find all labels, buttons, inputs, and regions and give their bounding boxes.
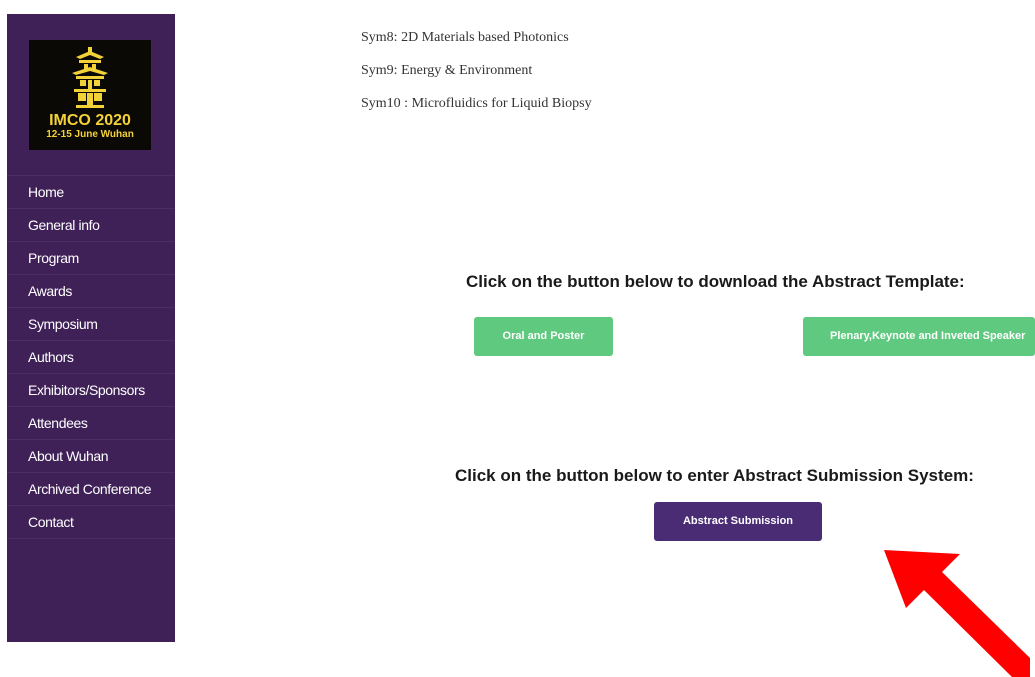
page: IMCO 2020 12-15 June Wuhan Home General … <box>0 0 1035 677</box>
logo-title: IMCO 2020 <box>49 112 131 129</box>
conference-logo[interactable]: IMCO 2020 12-15 June Wuhan <box>29 40 151 150</box>
pagoda-emblem-icon <box>72 47 108 108</box>
nav-item-program[interactable]: Program <box>7 242 175 275</box>
nav-item-attendees[interactable]: Attendees <box>7 407 175 440</box>
abstract-submission-button[interactable]: Abstract Submission <box>654 502 822 541</box>
sidebar-nav: Home General info Program Awards Symposi… <box>7 175 175 539</box>
nav-item-about-wuhan[interactable]: About Wuhan <box>7 440 175 473</box>
symposium-item: Sym8: 2D Materials based Photonics <box>361 30 569 45</box>
nav-item-general-info[interactable]: General info <box>7 209 175 242</box>
logo-subtitle: 12-15 June Wuhan <box>46 129 134 140</box>
nav-item-home[interactable]: Home <box>7 176 175 209</box>
nav-item-exhibitors-sponsors[interactable]: Exhibitors/Sponsors <box>7 374 175 407</box>
symposium-item: Sym9: Energy & Environment <box>361 63 533 78</box>
submission-heading: Click on the button below to enter Abstr… <box>455 466 974 485</box>
red-arrow-icon <box>884 550 1030 677</box>
nav-item-symposium[interactable]: Symposium <box>7 308 175 341</box>
sidebar: IMCO 2020 12-15 June Wuhan Home General … <box>7 14 175 642</box>
nav-item-archived-conference[interactable]: Archived Conference <box>7 473 175 506</box>
nav-item-contact[interactable]: Contact <box>7 506 175 539</box>
template-heading: Click on the button below to download th… <box>466 272 965 291</box>
nav-item-authors[interactable]: Authors <box>7 341 175 374</box>
oral-poster-button[interactable]: Oral and Poster <box>474 317 613 356</box>
symposium-item: Sym10 : Microfluidics for Liquid Biopsy <box>361 96 592 111</box>
plenary-keynote-button[interactable]: Plenary,Keynote and Inveted Speaker <box>803 317 1035 356</box>
nav-item-awards[interactable]: Awards <box>7 275 175 308</box>
